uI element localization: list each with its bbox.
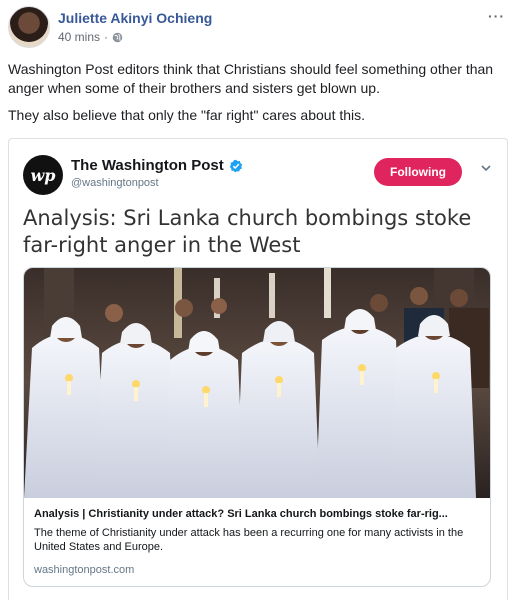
chevron-down-icon[interactable] [479, 161, 493, 175]
author-name[interactable]: Juliette Akinyi Ochieng [58, 10, 212, 26]
verified-badge-icon [229, 159, 242, 172]
facebook-post: Juliette Akinyi Ochieng 40 mins · ··· Wa… [0, 0, 517, 600]
card-domain: washingtonpost.com [34, 564, 135, 576]
following-button[interactable]: Following [374, 158, 462, 186]
post-header: Juliette Akinyi Ochieng 40 mins · ··· [8, 6, 509, 52]
post-time[interactable]: 40 mins [58, 30, 100, 44]
avatar[interactable] [8, 6, 50, 48]
tweet-headline: Analysis: Sri Lanka church bombings stok… [23, 206, 472, 257]
meta-separator: · [104, 30, 109, 44]
account-handle[interactable]: @washingtonpost [71, 177, 159, 189]
link-preview-card[interactable]: Analysis | Christianity under attack? Sr… [23, 267, 491, 587]
account-name-row: The Washington Post [71, 157, 243, 174]
globe-icon[interactable] [112, 32, 123, 43]
post-paragraph: Washington Post editors think that Chris… [8, 61, 494, 96]
article-photo [24, 268, 490, 498]
post-paragraph: They also believe that only the "far rig… [8, 107, 366, 123]
more-options-icon[interactable]: ··· [488, 8, 505, 24]
post-meta: 40 mins · [58, 30, 123, 44]
washington-post-logo[interactable]: wp [23, 155, 63, 195]
card-description: The theme of Christianity under attack h… [34, 527, 464, 553]
embedded-tweet: wp The Washington Post @washingtonpost F… [8, 138, 508, 600]
account-name[interactable]: The Washington Post [71, 157, 224, 174]
card-title[interactable]: Analysis | Christianity under attack? Sr… [34, 508, 482, 520]
post-body: Washington Post editors think that Chris… [8, 60, 508, 133]
